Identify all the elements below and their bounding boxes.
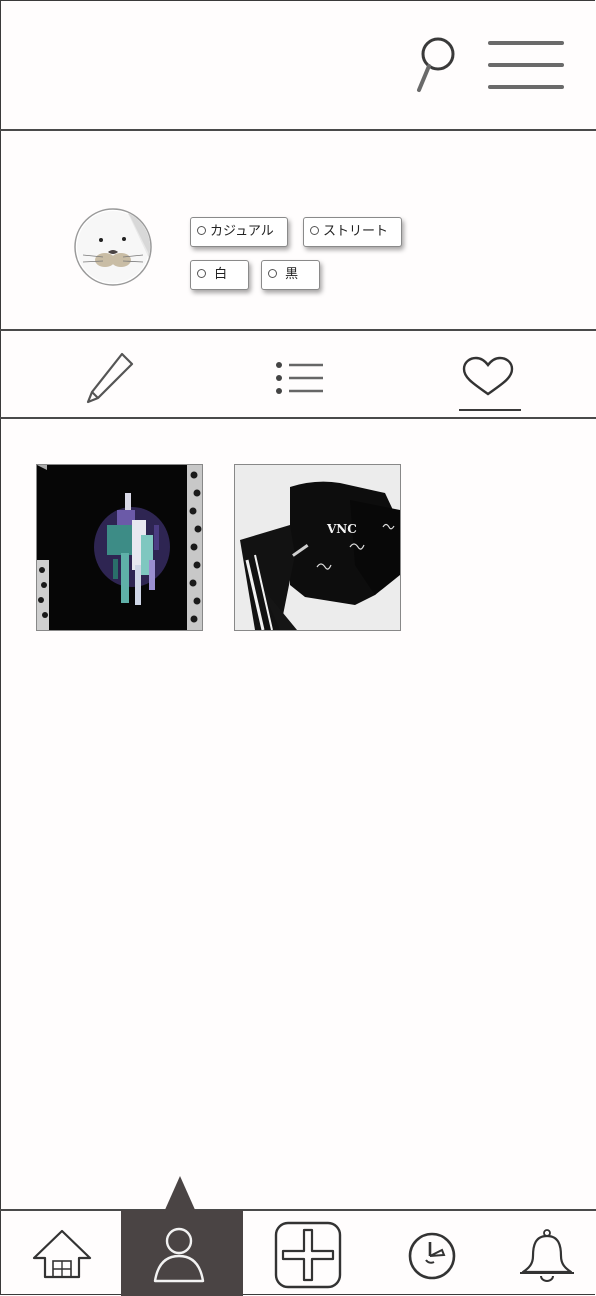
- tag-radio-icon: [310, 226, 319, 235]
- profile-divider: [0, 329, 596, 331]
- tag-radio-icon: [197, 226, 206, 235]
- nav-active-pointer: [164, 1176, 196, 1212]
- tabs-divider: [0, 417, 596, 419]
- tag-radio-icon: [197, 269, 206, 278]
- screen-frame: [0, 0, 595, 1295]
- plus-icon[interactable]: [273, 1220, 343, 1290]
- sweatshirt-print-text: VNC: [326, 522, 357, 536]
- hamburger-menu-icon[interactable]: [487, 38, 565, 92]
- tag-radio-icon: [268, 269, 277, 278]
- header-divider: [0, 129, 596, 131]
- black-graphic-tshirt-image: [37, 465, 202, 630]
- tag-label: カジュアル: [210, 224, 274, 239]
- grid-item-sweatshirt[interactable]: VNC: [234, 464, 401, 631]
- heart-icon[interactable]: [460, 356, 516, 398]
- tag-black[interactable]: 黒: [261, 260, 320, 290]
- bell-icon[interactable]: [518, 1228, 576, 1282]
- active-tab-indicator: [459, 409, 521, 411]
- tag-label: 白: [210, 267, 228, 282]
- tag-white[interactable]: 白: [190, 260, 249, 290]
- tag-street[interactable]: ストリート: [303, 217, 402, 247]
- clock-icon[interactable]: [406, 1230, 458, 1282]
- tag-label: 黒: [285, 267, 299, 282]
- avatar[interactable]: [73, 207, 153, 287]
- grid-item-tshirt[interactable]: [36, 464, 203, 631]
- bottom-nav-divider: [0, 1209, 596, 1211]
- pencil-icon[interactable]: [84, 350, 136, 406]
- black-sweatshirt-set-image: VNC: [235, 465, 400, 630]
- list-icon[interactable]: [272, 360, 326, 396]
- tag-casual[interactable]: カジュアル: [190, 217, 288, 247]
- home-icon[interactable]: [31, 1228, 93, 1280]
- search-icon[interactable]: [410, 34, 462, 96]
- profile-icon[interactable]: [151, 1226, 207, 1284]
- tag-label: ストリート: [323, 224, 389, 239]
